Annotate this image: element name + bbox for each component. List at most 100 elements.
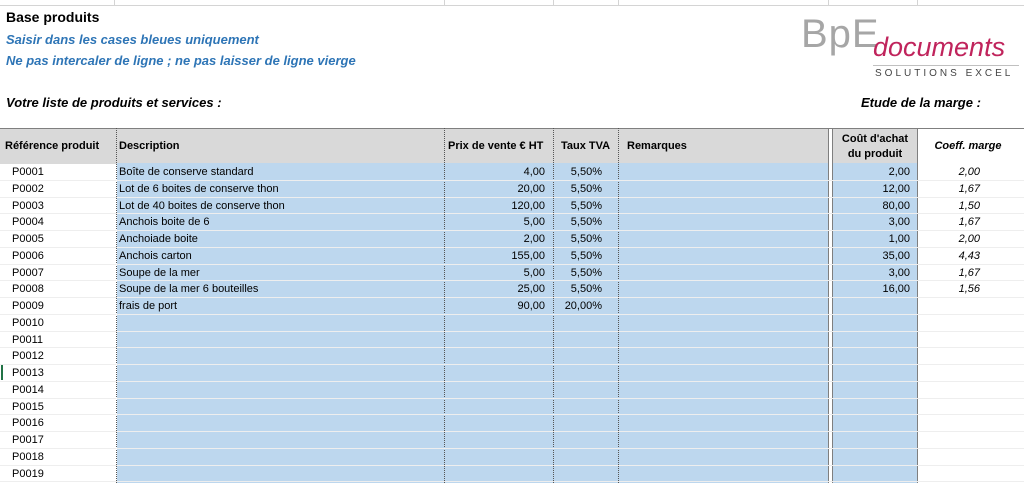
vat-cell[interactable]: 5,50% — [555, 265, 602, 281]
cost-cell[interactable]: 1,00 — [834, 231, 910, 247]
price-cell[interactable]: 5,00 — [446, 265, 545, 281]
coeff-cell[interactable] — [919, 298, 980, 314]
vat-cell[interactable] — [555, 365, 602, 381]
header-reference[interactable]: Référence produit — [5, 140, 99, 153]
description-cell[interactable] — [119, 348, 439, 364]
reference-cell[interactable]: P0019 — [12, 466, 102, 482]
description-cell[interactable]: Soupe de la mer — [119, 265, 439, 281]
reference-cell[interactable]: P0009 — [12, 298, 102, 314]
coeff-cell[interactable]: 4,43 — [919, 248, 980, 264]
header-price[interactable]: Prix de vente € HT — [448, 140, 543, 153]
header-cost-line2[interactable]: du produit — [832, 148, 918, 161]
coeff-cell[interactable]: 1,50 — [919, 198, 980, 214]
price-cell[interactable]: 2,00 — [446, 231, 545, 247]
reference-cell[interactable]: P0002 — [12, 181, 102, 197]
header-remarks[interactable]: Remarques — [627, 140, 687, 153]
vat-cell[interactable] — [555, 432, 602, 448]
description-cell[interactable]: Anchoiade boite — [119, 231, 439, 247]
description-cell[interactable] — [119, 466, 439, 482]
description-cell[interactable] — [119, 432, 439, 448]
cost-cell[interactable]: 3,00 — [834, 214, 910, 230]
header-coeff[interactable]: Coeff. marge — [918, 140, 1018, 153]
coeff-cell[interactable] — [919, 399, 980, 415]
vat-cell[interactable] — [555, 466, 602, 482]
vat-cell[interactable] — [555, 449, 602, 465]
reference-cell[interactable]: P0010 — [12, 315, 102, 331]
coeff-cell[interactable]: 1,67 — [919, 214, 980, 230]
coeff-cell[interactable]: 1,67 — [919, 265, 980, 281]
reference-cell[interactable]: P0001 — [12, 164, 102, 180]
vat-cell[interactable]: 5,50% — [555, 164, 602, 180]
price-cell[interactable] — [446, 449, 545, 465]
coeff-cell[interactable]: 1,56 — [919, 281, 980, 297]
vat-cell[interactable]: 5,50% — [555, 281, 602, 297]
coeff-cell[interactable] — [919, 432, 980, 448]
description-cell[interactable] — [119, 382, 439, 398]
reference-cell[interactable]: P0008 — [12, 281, 102, 297]
cost-cell[interactable]: 16,00 — [834, 281, 910, 297]
price-cell[interactable] — [446, 466, 545, 482]
description-cell[interactable] — [119, 315, 439, 331]
description-cell[interactable]: Lot de 6 boites de conserve thon — [119, 181, 439, 197]
description-cell[interactable] — [119, 415, 439, 431]
header-description[interactable]: Description — [119, 140, 180, 153]
coeff-cell[interactable] — [919, 449, 980, 465]
price-cell[interactable]: 120,00 — [446, 198, 545, 214]
reference-cell[interactable]: P0017 — [12, 432, 102, 448]
cost-cell[interactable] — [834, 449, 910, 465]
price-cell[interactable]: 90,00 — [446, 298, 545, 314]
coeff-cell[interactable]: 1,67 — [919, 181, 980, 197]
cost-cell[interactable] — [834, 466, 910, 482]
vat-cell[interactable]: 5,50% — [555, 198, 602, 214]
reference-cell[interactable]: P0016 — [12, 415, 102, 431]
vat-cell[interactable] — [555, 315, 602, 331]
cost-cell[interactable]: 2,00 — [834, 164, 910, 180]
price-cell[interactable] — [446, 348, 545, 364]
coeff-cell[interactable] — [919, 332, 980, 348]
coeff-cell[interactable] — [919, 315, 980, 331]
cost-cell[interactable] — [834, 399, 910, 415]
coeff-cell[interactable] — [919, 382, 980, 398]
description-cell[interactable]: Anchois boite de 6 — [119, 214, 439, 230]
price-cell[interactable] — [446, 315, 545, 331]
cost-cell[interactable]: 12,00 — [834, 181, 910, 197]
price-cell[interactable]: 25,00 — [446, 281, 545, 297]
vat-cell[interactable] — [555, 332, 602, 348]
cost-cell[interactable] — [834, 415, 910, 431]
reference-cell[interactable]: P0003 — [12, 198, 102, 214]
cost-cell[interactable]: 80,00 — [834, 198, 910, 214]
vat-cell[interactable]: 5,50% — [555, 248, 602, 264]
reference-cell[interactable]: P0013 — [12, 365, 102, 381]
description-cell[interactable]: Soupe de la mer 6 bouteilles — [119, 281, 439, 297]
cost-cell[interactable] — [834, 432, 910, 448]
price-cell[interactable]: 155,00 — [446, 248, 545, 264]
vat-cell[interactable] — [555, 348, 602, 364]
reference-cell[interactable]: P0012 — [12, 348, 102, 364]
coeff-cell[interactable] — [919, 415, 980, 431]
header-cost-line1[interactable]: Coût d'achat — [832, 133, 918, 146]
cost-cell[interactable] — [834, 382, 910, 398]
reference-cell[interactable]: P0004 — [12, 214, 102, 230]
reference-cell[interactable]: P0011 — [12, 332, 102, 348]
price-cell[interactable] — [446, 399, 545, 415]
price-cell[interactable] — [446, 415, 545, 431]
vat-cell[interactable]: 5,50% — [555, 231, 602, 247]
reference-cell[interactable]: P0006 — [12, 248, 102, 264]
header-vat[interactable]: Taux TVA — [561, 140, 610, 153]
coeff-cell[interactable] — [919, 348, 980, 364]
reference-cell[interactable]: P0015 — [12, 399, 102, 415]
cost-cell[interactable] — [834, 332, 910, 348]
description-cell[interactable]: frais de port — [119, 298, 439, 314]
vat-cell[interactable]: 20,00% — [555, 298, 602, 314]
description-cell[interactable] — [119, 449, 439, 465]
coeff-cell[interactable]: 2,00 — [919, 231, 980, 247]
vat-cell[interactable]: 5,50% — [555, 214, 602, 230]
vat-cell[interactable]: 5,50% — [555, 181, 602, 197]
reference-cell[interactable]: P0014 — [12, 382, 102, 398]
vat-cell[interactable] — [555, 382, 602, 398]
description-cell[interactable] — [119, 365, 439, 381]
coeff-cell[interactable]: 2,00 — [919, 164, 980, 180]
reference-cell[interactable]: P0018 — [12, 449, 102, 465]
description-cell[interactable]: Boîte de conserve standard — [119, 164, 439, 180]
cost-cell[interactable]: 3,00 — [834, 265, 910, 281]
